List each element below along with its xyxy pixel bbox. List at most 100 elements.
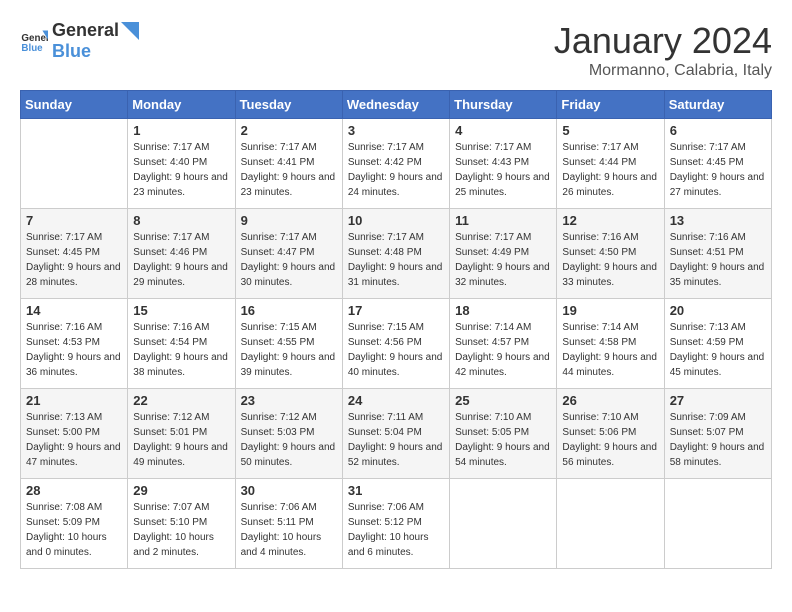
day-info: Sunrise: 7:14 AM Sunset: 4:58 PM Dayligh… xyxy=(562,320,658,380)
sunrise: Sunrise: 7:16 AM xyxy=(26,320,122,335)
day-cell: 20 Sunrise: 7:13 AM Sunset: 4:59 PM Dayl… xyxy=(664,299,771,389)
daylight: Daylight: 9 hours and 36 minutes. xyxy=(26,350,122,380)
day-number: 5 xyxy=(562,123,658,138)
header: General Blue General Blue January 2024 M… xyxy=(20,20,772,80)
sunset: Sunset: 4:45 PM xyxy=(26,245,122,260)
day-info: Sunrise: 7:10 AM Sunset: 5:06 PM Dayligh… xyxy=(562,410,658,470)
sunset: Sunset: 5:11 PM xyxy=(241,515,337,530)
week-row-3: 14 Sunrise: 7:16 AM Sunset: 4:53 PM Dayl… xyxy=(21,299,772,389)
day-cell: 8 Sunrise: 7:17 AM Sunset: 4:46 PM Dayli… xyxy=(128,209,235,299)
sunrise: Sunrise: 7:12 AM xyxy=(133,410,229,425)
day-info: Sunrise: 7:16 AM Sunset: 4:51 PM Dayligh… xyxy=(670,230,766,290)
day-info: Sunrise: 7:12 AM Sunset: 5:01 PM Dayligh… xyxy=(133,410,229,470)
sunset: Sunset: 4:45 PM xyxy=(670,155,766,170)
calendar-title: January 2024 xyxy=(554,20,772,62)
sunset: Sunset: 4:47 PM xyxy=(241,245,337,260)
daylight: Daylight: 10 hours and 4 minutes. xyxy=(241,530,337,560)
day-info: Sunrise: 7:15 AM Sunset: 4:55 PM Dayligh… xyxy=(241,320,337,380)
sunrise: Sunrise: 7:16 AM xyxy=(562,230,658,245)
sunrise: Sunrise: 7:15 AM xyxy=(348,320,444,335)
day-number: 2 xyxy=(241,123,337,138)
sunset: Sunset: 5:10 PM xyxy=(133,515,229,530)
daylight: Daylight: 10 hours and 0 minutes. xyxy=(26,530,122,560)
day-info: Sunrise: 7:06 AM Sunset: 5:11 PM Dayligh… xyxy=(241,500,337,560)
day-cell: 28 Sunrise: 7:08 AM Sunset: 5:09 PM Dayl… xyxy=(21,479,128,569)
daylight: Daylight: 9 hours and 40 minutes. xyxy=(348,350,444,380)
sunrise: Sunrise: 7:16 AM xyxy=(670,230,766,245)
sunset: Sunset: 4:41 PM xyxy=(241,155,337,170)
daylight: Daylight: 9 hours and 54 minutes. xyxy=(455,440,551,470)
day-info: Sunrise: 7:06 AM Sunset: 5:12 PM Dayligh… xyxy=(348,500,444,560)
day-cell: 2 Sunrise: 7:17 AM Sunset: 4:41 PM Dayli… xyxy=(235,119,342,209)
day-number: 15 xyxy=(133,303,229,318)
logo-icon: General Blue xyxy=(20,27,48,55)
day-info: Sunrise: 7:08 AM Sunset: 5:09 PM Dayligh… xyxy=(26,500,122,560)
daylight: Daylight: 9 hours and 45 minutes. xyxy=(670,350,766,380)
sunrise: Sunrise: 7:14 AM xyxy=(562,320,658,335)
day-number: 21 xyxy=(26,393,122,408)
sunrise: Sunrise: 7:08 AM xyxy=(26,500,122,515)
day-cell: 21 Sunrise: 7:13 AM Sunset: 5:00 PM Dayl… xyxy=(21,389,128,479)
day-number: 14 xyxy=(26,303,122,318)
day-cell: 24 Sunrise: 7:11 AM Sunset: 5:04 PM Dayl… xyxy=(342,389,449,479)
day-info: Sunrise: 7:15 AM Sunset: 4:56 PM Dayligh… xyxy=(348,320,444,380)
sunrise: Sunrise: 7:17 AM xyxy=(670,140,766,155)
day-info: Sunrise: 7:16 AM Sunset: 4:54 PM Dayligh… xyxy=(133,320,229,380)
sunset: Sunset: 5:00 PM xyxy=(26,425,122,440)
day-info: Sunrise: 7:17 AM Sunset: 4:44 PM Dayligh… xyxy=(562,140,658,200)
day-number: 16 xyxy=(241,303,337,318)
day-cell: 16 Sunrise: 7:15 AM Sunset: 4:55 PM Dayl… xyxy=(235,299,342,389)
day-cell: 17 Sunrise: 7:15 AM Sunset: 4:56 PM Dayl… xyxy=(342,299,449,389)
sunrise: Sunrise: 7:06 AM xyxy=(241,500,337,515)
sunset: Sunset: 5:09 PM xyxy=(26,515,122,530)
day-info: Sunrise: 7:16 AM Sunset: 4:50 PM Dayligh… xyxy=(562,230,658,290)
day-cell: 3 Sunrise: 7:17 AM Sunset: 4:42 PM Dayli… xyxy=(342,119,449,209)
day-number: 9 xyxy=(241,213,337,228)
week-row-5: 28 Sunrise: 7:08 AM Sunset: 5:09 PM Dayl… xyxy=(21,479,772,569)
daylight: Daylight: 9 hours and 49 minutes. xyxy=(133,440,229,470)
day-cell: 6 Sunrise: 7:17 AM Sunset: 4:45 PM Dayli… xyxy=(664,119,771,209)
daylight: Daylight: 9 hours and 38 minutes. xyxy=(133,350,229,380)
day-cell: 31 Sunrise: 7:06 AM Sunset: 5:12 PM Dayl… xyxy=(342,479,449,569)
day-info: Sunrise: 7:17 AM Sunset: 4:43 PM Dayligh… xyxy=(455,140,551,200)
day-number: 19 xyxy=(562,303,658,318)
sunset: Sunset: 5:03 PM xyxy=(241,425,337,440)
daylight: Daylight: 9 hours and 28 minutes. xyxy=(26,260,122,290)
title-section: January 2024 Mormanno, Calabria, Italy xyxy=(554,20,772,80)
day-info: Sunrise: 7:09 AM Sunset: 5:07 PM Dayligh… xyxy=(670,410,766,470)
sunset: Sunset: 4:48 PM xyxy=(348,245,444,260)
header-cell-friday: Friday xyxy=(557,91,664,119)
day-cell: 7 Sunrise: 7:17 AM Sunset: 4:45 PM Dayli… xyxy=(21,209,128,299)
sunrise: Sunrise: 7:10 AM xyxy=(455,410,551,425)
day-info: Sunrise: 7:13 AM Sunset: 4:59 PM Dayligh… xyxy=(670,320,766,380)
sunset: Sunset: 5:01 PM xyxy=(133,425,229,440)
sunrise: Sunrise: 7:10 AM xyxy=(562,410,658,425)
day-cell: 23 Sunrise: 7:12 AM Sunset: 5:03 PM Dayl… xyxy=(235,389,342,479)
daylight: Daylight: 9 hours and 23 minutes. xyxy=(241,170,337,200)
day-number: 7 xyxy=(26,213,122,228)
day-number: 31 xyxy=(348,483,444,498)
daylight: Daylight: 9 hours and 33 minutes. xyxy=(562,260,658,290)
day-cell: 27 Sunrise: 7:09 AM Sunset: 5:07 PM Dayl… xyxy=(664,389,771,479)
day-info: Sunrise: 7:17 AM Sunset: 4:40 PM Dayligh… xyxy=(133,140,229,200)
sunrise: Sunrise: 7:16 AM xyxy=(133,320,229,335)
day-number: 8 xyxy=(133,213,229,228)
day-number: 29 xyxy=(133,483,229,498)
sunrise: Sunrise: 7:06 AM xyxy=(348,500,444,515)
sunset: Sunset: 5:05 PM xyxy=(455,425,551,440)
daylight: Daylight: 9 hours and 29 minutes. xyxy=(133,260,229,290)
day-cell: 26 Sunrise: 7:10 AM Sunset: 5:06 PM Dayl… xyxy=(557,389,664,479)
sunrise: Sunrise: 7:07 AM xyxy=(133,500,229,515)
day-cell: 19 Sunrise: 7:14 AM Sunset: 4:58 PM Dayl… xyxy=(557,299,664,389)
sunrise: Sunrise: 7:12 AM xyxy=(241,410,337,425)
day-number: 12 xyxy=(562,213,658,228)
daylight: Daylight: 9 hours and 27 minutes. xyxy=(670,170,766,200)
day-info: Sunrise: 7:10 AM Sunset: 5:05 PM Dayligh… xyxy=(455,410,551,470)
daylight: Daylight: 9 hours and 35 minutes. xyxy=(670,260,766,290)
day-cell: 11 Sunrise: 7:17 AM Sunset: 4:49 PM Dayl… xyxy=(450,209,557,299)
daylight: Daylight: 9 hours and 50 minutes. xyxy=(241,440,337,470)
day-info: Sunrise: 7:17 AM Sunset: 4:48 PM Dayligh… xyxy=(348,230,444,290)
daylight: Daylight: 9 hours and 26 minutes. xyxy=(562,170,658,200)
daylight: Daylight: 10 hours and 6 minutes. xyxy=(348,530,444,560)
day-number: 6 xyxy=(670,123,766,138)
